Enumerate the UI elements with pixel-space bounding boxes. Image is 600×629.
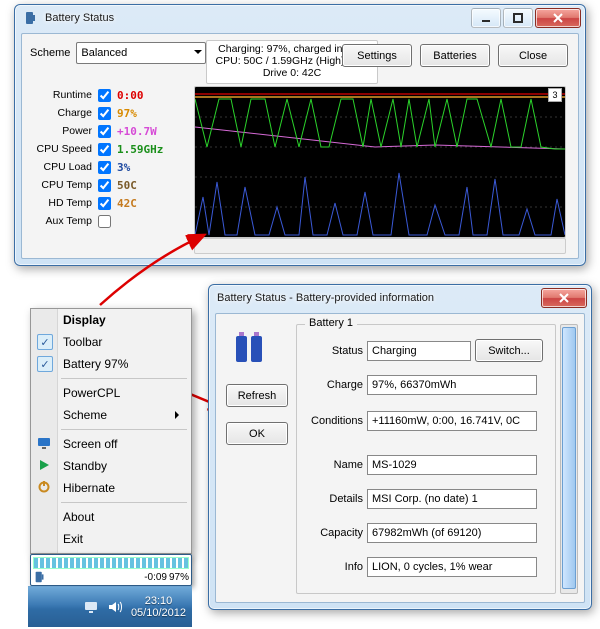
tray-panel-app-icon bbox=[33, 570, 47, 584]
menu-standby[interactable]: Standby bbox=[31, 455, 191, 477]
main-titlebar[interactable]: Battery Status bbox=[15, 5, 585, 31]
volume-icon[interactable] bbox=[107, 599, 123, 615]
status-line3: Drive 0: 42C bbox=[207, 67, 377, 79]
menu-display[interactable]: Display bbox=[31, 309, 191, 331]
menu-exit[interactable]: Exit bbox=[31, 528, 191, 550]
auxtemp-checkbox[interactable] bbox=[98, 215, 111, 228]
cputemp-label: CPU Temp bbox=[28, 179, 92, 191]
arrow-up-icon bbox=[90, 230, 210, 310]
chart-page-indicator: 3 bbox=[548, 88, 562, 102]
status-label: Status bbox=[305, 345, 363, 357]
tray-charge: 97% bbox=[169, 572, 189, 583]
menu-hibernate[interactable]: Hibernate bbox=[31, 477, 191, 499]
battery-bargraph bbox=[33, 557, 189, 569]
switch-button[interactable]: Switch... bbox=[475, 339, 543, 362]
capacity-field: 67982mWh (of 69120) bbox=[367, 523, 537, 543]
tray-battery-panel[interactable]: -0:09 97% bbox=[30, 554, 192, 586]
power-icon bbox=[37, 480, 51, 494]
menu-powercpl[interactable]: PowerCPL bbox=[31, 382, 191, 404]
taskbar-clock[interactable]: 23:10 05/10/2012 bbox=[131, 595, 186, 619]
cpuspeed-checkbox[interactable] bbox=[98, 143, 111, 156]
history-chart[interactable] bbox=[194, 86, 566, 238]
monitor-icon bbox=[37, 436, 51, 450]
charge-checkbox[interactable] bbox=[98, 107, 111, 120]
app-icon bbox=[23, 10, 39, 26]
play-icon bbox=[37, 458, 51, 472]
cpuload-label: CPU Load bbox=[28, 161, 92, 173]
tray-runtime: -0:09 bbox=[144, 572, 167, 583]
readouts-column: Runtime 0:00 Charge 97% Power +10.7W CPU Sp… bbox=[28, 86, 188, 230]
power-value: +10.7W bbox=[117, 125, 177, 138]
info-label: Info bbox=[305, 561, 363, 573]
menu-scheme[interactable]: Scheme bbox=[31, 404, 191, 426]
ok-button[interactable]: OK bbox=[226, 422, 288, 445]
auxtemp-label: Aux Temp bbox=[28, 215, 92, 227]
main-title: Battery Status bbox=[45, 12, 471, 24]
info-title: Battery Status - Battery-provided inform… bbox=[217, 292, 541, 304]
chart-scrollbar[interactable] bbox=[194, 238, 566, 254]
name-label: Name bbox=[305, 459, 363, 471]
runtime-label: Runtime bbox=[28, 89, 92, 101]
details-label: Details bbox=[305, 493, 363, 505]
cputemp-checkbox[interactable] bbox=[98, 179, 111, 192]
hdtemp-label: HD Temp bbox=[28, 197, 92, 209]
network-icon[interactable] bbox=[83, 599, 99, 615]
charge-field: 97%, 66370mWh bbox=[367, 375, 537, 395]
runtime-value: 0:00 bbox=[117, 89, 177, 102]
maximize-button[interactable] bbox=[503, 8, 533, 28]
info-titlebar[interactable]: Battery Status - Battery-provided inform… bbox=[209, 285, 591, 311]
info-field: LION, 0 cycles, 1% wear bbox=[367, 557, 537, 577]
status-field: Charging bbox=[367, 341, 471, 361]
tray-context-menu: Display ✓Toolbar ✓Battery 97% PowerCPL S… bbox=[30, 308, 192, 554]
cpuspeed-value: 1.59GHz bbox=[117, 143, 177, 156]
main-client: Scheme Balanced Charging: 97%, charged i… bbox=[21, 33, 579, 259]
info-close-button[interactable] bbox=[541, 288, 587, 308]
conditions-label: Conditions bbox=[305, 415, 363, 427]
details-field: MSI Corp. (no date) 1 bbox=[367, 489, 537, 509]
menu-screen-off[interactable]: Screen off bbox=[31, 433, 191, 455]
power-checkbox[interactable] bbox=[98, 125, 111, 138]
scheme-value: Balanced bbox=[81, 47, 127, 59]
info-window: Battery Status - Battery-provided inform… bbox=[208, 284, 592, 610]
settings-button[interactable]: Settings bbox=[342, 44, 412, 67]
power-label: Power bbox=[28, 125, 92, 137]
minimize-button[interactable] bbox=[471, 8, 501, 28]
name-field: MS-1029 bbox=[367, 455, 537, 475]
hdtemp-checkbox[interactable] bbox=[98, 197, 111, 210]
batteries-button[interactable]: Batteries bbox=[420, 44, 490, 67]
main-window: Battery Status Scheme Balanced Charging:… bbox=[14, 4, 586, 266]
cpuload-checkbox[interactable] bbox=[98, 161, 111, 174]
refresh-button[interactable]: Refresh bbox=[226, 384, 288, 407]
menu-about[interactable]: About bbox=[31, 506, 191, 528]
charge-value: 97% bbox=[117, 107, 177, 120]
close-button[interactable] bbox=[535, 8, 581, 28]
close-app-button[interactable]: Close bbox=[498, 44, 568, 67]
taskbar[interactable]: 23:10 05/10/2012 bbox=[28, 586, 192, 627]
menu-battery[interactable]: ✓Battery 97% bbox=[31, 353, 191, 375]
hdtemp-value: 42C bbox=[117, 197, 177, 210]
cputemp-value: 50C bbox=[117, 179, 177, 192]
battery-pair-icon bbox=[232, 330, 268, 366]
charge-label: Charge bbox=[28, 107, 92, 119]
menu-toolbar[interactable]: ✓Toolbar bbox=[31, 331, 191, 353]
runtime-checkbox[interactable] bbox=[98, 89, 111, 102]
cpuload-value: 3% bbox=[117, 161, 177, 174]
conditions-field: +11160mW, 0:00, 16.741V, 0C bbox=[367, 411, 537, 431]
cpuspeed-label: CPU Speed bbox=[28, 143, 92, 155]
battery1-group-label: Battery 1 bbox=[305, 317, 357, 329]
charge2-label: Charge bbox=[305, 379, 363, 391]
scheme-dropdown[interactable]: Balanced bbox=[76, 42, 206, 64]
info-vertical-scrollbar[interactable] bbox=[560, 324, 578, 594]
capacity-label: Capacity bbox=[305, 527, 363, 539]
info-client: Refresh OK Battery 1 Status Charging Swi… bbox=[215, 313, 585, 603]
scheme-label: Scheme bbox=[30, 47, 70, 59]
battery1-group: Battery 1 Status Charging Switch... Char… bbox=[296, 324, 556, 594]
